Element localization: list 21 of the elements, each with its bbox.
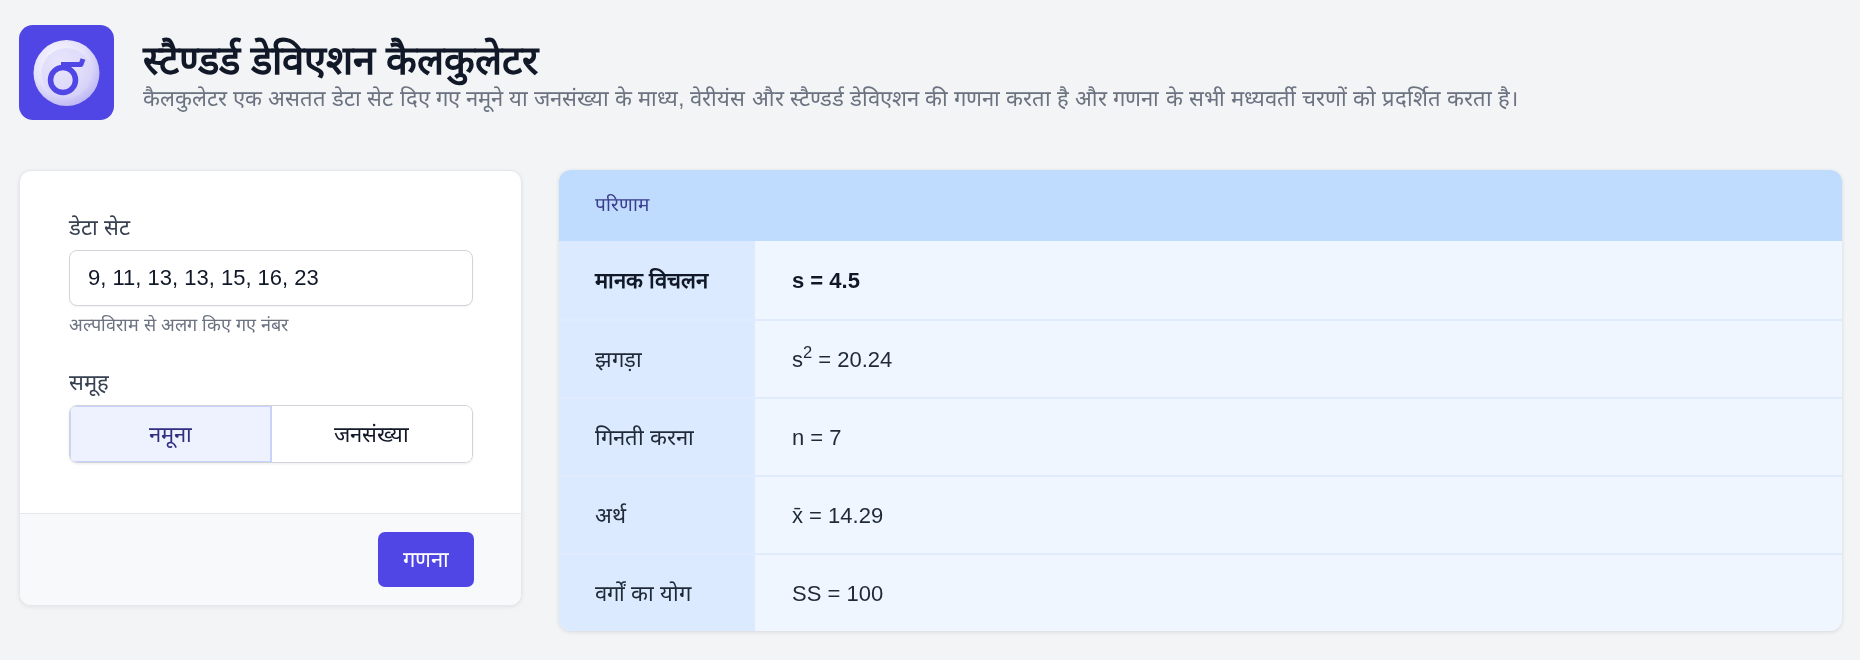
data-set-input[interactable]: 9, 11, 13, 13, 15, 16, 23 — [69, 250, 473, 306]
result-label-cell: झगड़ा — [559, 321, 755, 397]
result-value-cell-text: s$^{2}$ = 20.24 — [791, 342, 894, 374]
result-value-cell-text: x̄ = 14.29 — [791, 501, 885, 530]
result-label-cell: अर्थ — [559, 477, 755, 553]
calculate-button[interactable]: गणना — [378, 532, 474, 587]
segment-option[interactable]: जनसंख्या — [270, 406, 472, 462]
segment-option[interactable]: नमूना — [70, 406, 271, 462]
result-label-cell: मानक विचलन — [559, 241, 755, 319]
result-value-cell-text: n = 7 — [791, 423, 843, 452]
sigma-logo-icon — [19, 25, 114, 120]
field-label: डेटा सेट — [69, 214, 131, 242]
results-title: परिणाम — [595, 193, 649, 218]
result-value-cell-text: s = 4.5 — [791, 266, 861, 295]
page-description: कैलकुलेटर एक असतत डेटा सेट दिए गए नमूने या जनसंख्या के माध्य, वेरीयंस और स्टैण्डर्ड डेविएशन की गणना करता है और गणना के सभी मध्यवर्ती चरणों को प्रदर्शित करता है। — [143, 86, 1519, 114]
page-title: स्टैण्डर्ड डेविएशन कैलकुलेटर — [143, 35, 1519, 85]
result-label-cell: गिनती करना — [559, 399, 755, 475]
result-value-cell-text: SS = 100 — [791, 579, 885, 608]
field-hint: अल्पविराम से अलग किए गए नंबर — [69, 314, 288, 337]
result-label-cell: वर्गों का योग — [559, 555, 755, 631]
field-label: समूह — [69, 369, 109, 398]
